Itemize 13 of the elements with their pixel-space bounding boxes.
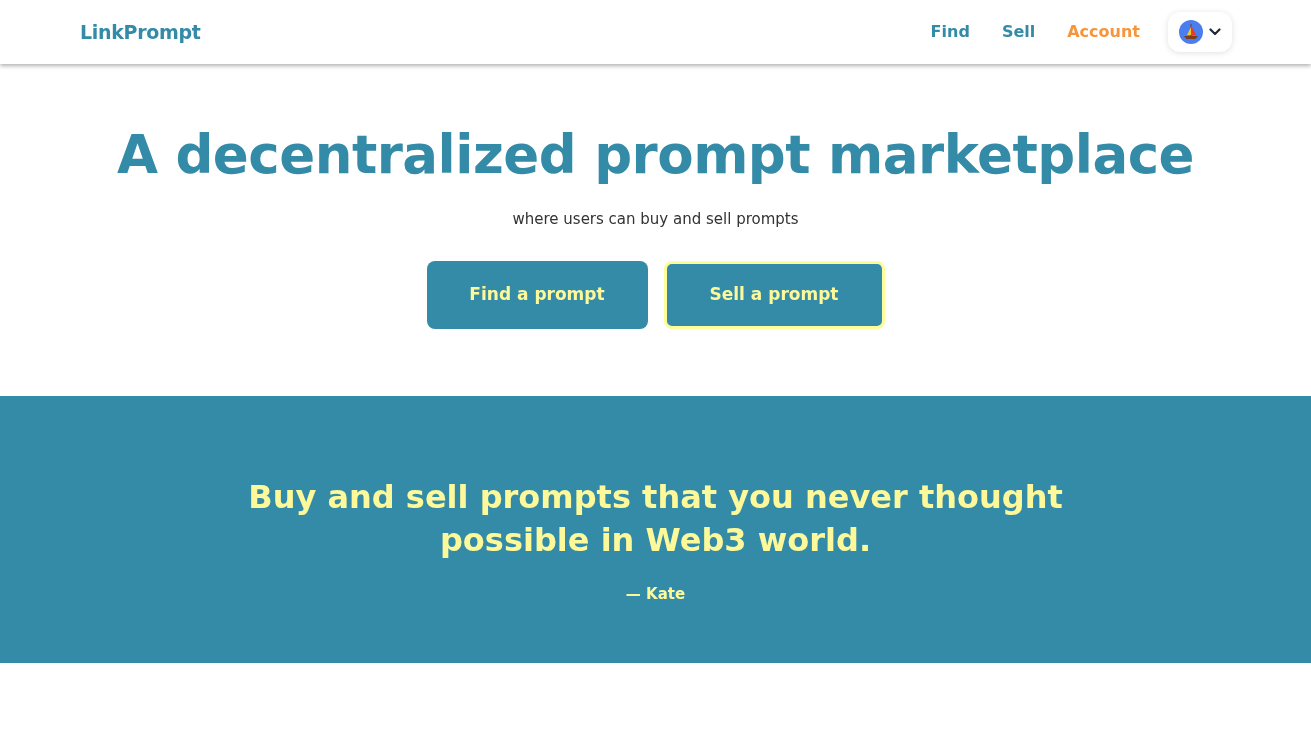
cta-button[interactable]: Sell a prompt [663,260,885,329]
nav-link[interactable]: Account [1067,20,1140,44]
chevron-down-icon [1209,28,1221,36]
hero-title: A decentralized prompt marketplace [116,123,1195,187]
account-menu-button[interactable] [1168,12,1232,52]
cta-button[interactable]: Find a prompt [426,260,648,329]
nav-link[interactable]: Find [930,20,970,44]
nav-link[interactable]: Sell [1001,20,1036,44]
logo-link[interactable]: LinkPrompt [80,17,201,47]
quote-author: — Kate [625,584,686,605]
quote-text: Buy and sell prompts that you never thought possible in Web3 world. [247,477,1064,561]
hero-subtitle: where users can buy and sell prompts [512,209,799,230]
sailboat-avatar-icon [1179,20,1203,44]
